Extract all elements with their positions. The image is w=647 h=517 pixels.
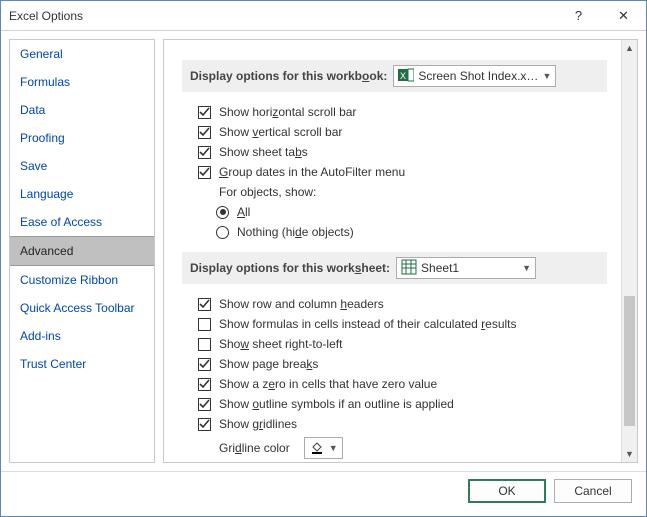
checkbox-icon [198, 318, 211, 331]
checkbox-icon [198, 418, 211, 431]
checkbox-icon [198, 106, 211, 119]
dialog-content: General Formulas Data Proofing Save Lang… [1, 31, 646, 471]
radio-objects-all[interactable]: All [216, 202, 607, 222]
scroll-down-arrow[interactable]: ▼ [622, 446, 637, 462]
worksheet-options: Show row and column headers Show formula… [198, 294, 607, 462]
gridline-color-picker[interactable]: ▼ [304, 437, 343, 459]
sidebar-item-language[interactable]: Language [10, 180, 154, 208]
objects-label: For objects, show: [219, 185, 316, 199]
checkbox-show-formulas[interactable]: Show formulas in cells instead of their … [198, 314, 607, 334]
sidebar-item-formulas[interactable]: Formulas [10, 68, 154, 96]
sidebar-item-proofing[interactable]: Proofing [10, 124, 154, 152]
worksheet-display-label: Display options for this worksheet: [190, 261, 390, 275]
window-title: Excel Options [9, 9, 556, 23]
checkbox-group-dates[interactable]: Group dates in the AutoFilter menu [198, 162, 607, 182]
worksheet-selector[interactable]: Sheet1 ▼ [396, 257, 536, 279]
vertical-scrollbar[interactable]: ▲ ▼ [621, 40, 637, 462]
chevron-down-icon: ▼ [542, 71, 551, 81]
main-panel: Display options for this workbook: X Scr… [163, 39, 638, 463]
checkbox-icon [198, 166, 211, 179]
chevron-down-icon: ▼ [522, 263, 531, 273]
scroll-up-arrow[interactable]: ▲ [622, 40, 637, 56]
workbook-selector[interactable]: X Screen Shot Index.x… ▼ [393, 65, 556, 87]
gridline-color-label: Gridline color [219, 441, 290, 455]
radio-objects-nothing[interactable]: Nothing (hide objects) [216, 222, 607, 242]
svg-text:X: X [400, 71, 406, 81]
category-sidebar: General Formulas Data Proofing Save Lang… [9, 39, 155, 463]
radio-icon [216, 206, 229, 219]
excel-file-icon: X [398, 67, 414, 86]
gridline-color-row: Gridline color ▼ [198, 434, 607, 462]
sidebar-item-general[interactable]: General [10, 40, 154, 68]
sidebar-item-trust-center[interactable]: Trust Center [10, 350, 154, 378]
dialog-footer: OK Cancel [1, 471, 646, 509]
checkbox-icon [198, 338, 211, 351]
checkbox-right-to-left[interactable]: Show sheet right-to-left [198, 334, 607, 354]
checkbox-row-col-headers[interactable]: Show row and column headers [198, 294, 607, 314]
workbook-selector-text: Screen Shot Index.x… [418, 69, 538, 83]
objects-label-row: For objects, show: [198, 182, 607, 202]
chevron-down-icon: ▼ [329, 443, 338, 453]
checkbox-icon [198, 358, 211, 371]
sidebar-item-ease-of-access[interactable]: Ease of Access [10, 208, 154, 236]
sidebar-item-quick-access-toolbar[interactable]: Quick Access Toolbar [10, 294, 154, 322]
sidebar-item-customize-ribbon[interactable]: Customize Ribbon [10, 266, 154, 294]
workbook-options: Show horizontal scroll bar Show vertical… [198, 102, 607, 242]
checkbox-icon [198, 378, 211, 391]
sheet-icon [401, 259, 417, 278]
worksheet-display-heading: Display options for this worksheet: Shee… [182, 252, 607, 284]
checkbox-icon [198, 146, 211, 159]
scroll-track[interactable] [622, 56, 637, 446]
checkbox-outline-symbols[interactable]: Show outline symbols if an outline is ap… [198, 394, 607, 414]
help-button[interactable]: ? [556, 1, 601, 31]
sidebar-item-advanced[interactable]: Advanced [10, 236, 154, 266]
checkbox-zero-values[interactable]: Show a zero in cells that have zero valu… [198, 374, 607, 394]
checkbox-horizontal-scroll[interactable]: Show horizontal scroll bar [198, 102, 607, 122]
checkbox-vertical-scroll[interactable]: Show vertical scroll bar [198, 122, 607, 142]
checkbox-gridlines[interactable]: Show gridlines [198, 414, 607, 434]
checkbox-icon [198, 398, 211, 411]
sidebar-item-data[interactable]: Data [10, 96, 154, 124]
checkbox-page-breaks[interactable]: Show page breaks [198, 354, 607, 374]
workbook-display-label: Display options for this workbook: [190, 69, 387, 83]
cancel-button[interactable]: Cancel [554, 479, 632, 503]
title-bar: Excel Options ? ✕ [1, 1, 646, 31]
worksheet-selector-text: Sheet1 [421, 261, 518, 275]
radio-icon [216, 226, 229, 239]
scroll-thumb[interactable] [624, 296, 635, 426]
workbook-display-heading: Display options for this workbook: X Scr… [182, 60, 607, 92]
checkbox-sheet-tabs[interactable]: Show sheet tabs [198, 142, 607, 162]
ok-button[interactable]: OK [468, 479, 546, 503]
checkbox-icon [198, 298, 211, 311]
sidebar-item-save[interactable]: Save [10, 152, 154, 180]
checkbox-icon [198, 126, 211, 139]
paint-bucket-icon [309, 439, 325, 458]
close-button[interactable]: ✕ [601, 1, 646, 31]
sidebar-item-add-ins[interactable]: Add-ins [10, 322, 154, 350]
